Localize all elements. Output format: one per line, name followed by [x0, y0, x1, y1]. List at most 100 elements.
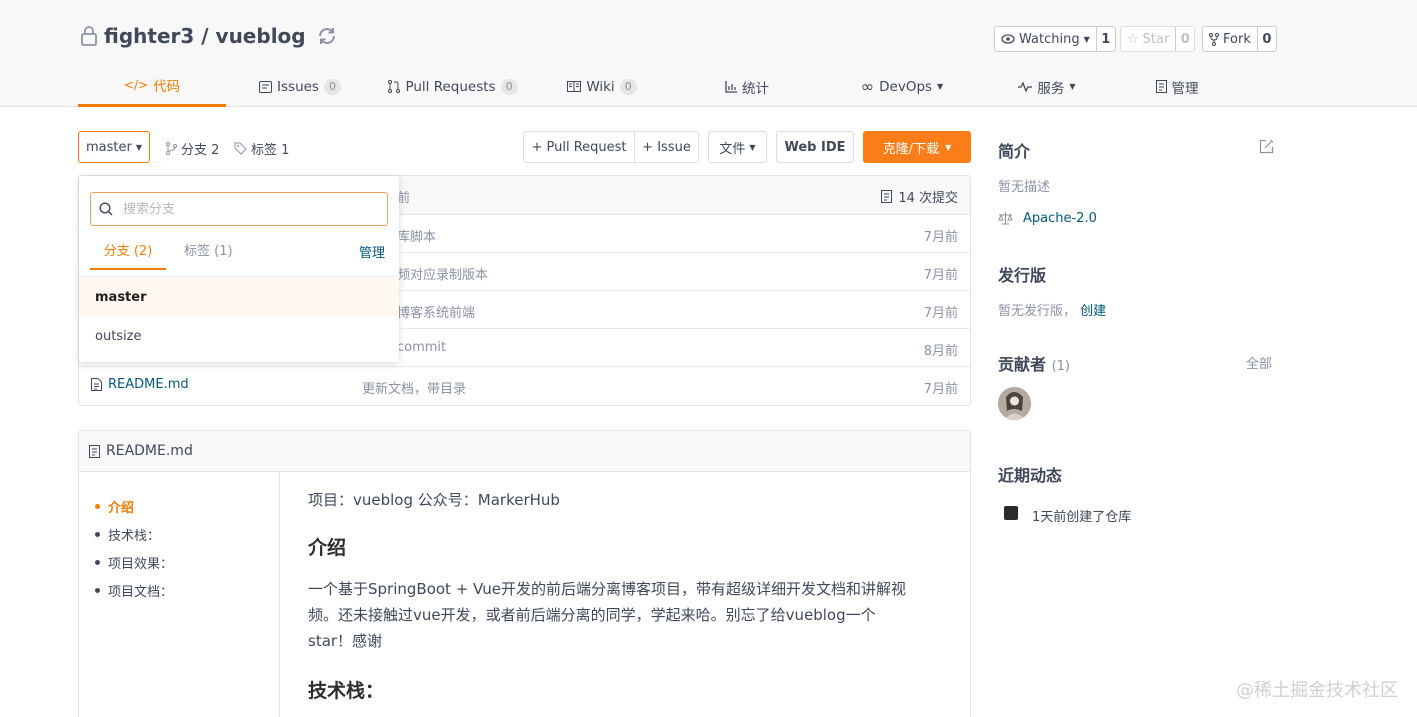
bar-chart-icon — [725, 80, 737, 93]
manage-branches-link[interactable]: 管理 — [359, 242, 385, 261]
toc-item[interactable]: 项目效果： — [79, 548, 279, 576]
file-commit-time: 7月前 — [923, 268, 958, 283]
readme-panel: README.md 介绍 技术栈： 项目效果： 项目文档： 项目：vueblog… — [78, 430, 971, 717]
pull-request-icon — [388, 80, 401, 93]
chevron-down-icon: ▼ — [937, 82, 944, 91]
file-commit-message[interactable]: 频对应录制版本 — [397, 264, 488, 283]
file-icon — [91, 378, 102, 391]
branch-option-master[interactable]: master — [79, 278, 399, 316]
sidebar-intro-title: 简介 — [998, 142, 1031, 161]
branch-select[interactable]: master ▼ — [78, 131, 150, 163]
avatar[interactable] — [998, 387, 1031, 420]
bullet-icon — [95, 587, 100, 593]
star-label: Star — [1142, 31, 1170, 47]
issues-icon — [259, 80, 273, 93]
watch-label: Watching — [1019, 31, 1080, 47]
repo-header: fighter3 / vueblog Watching ▼ 1 ☆ Star 0… — [0, 0, 1417, 107]
tab-devops[interactable]: ∞ DevOps ▼ — [822, 66, 982, 107]
star-count[interactable]: 0 — [1176, 27, 1194, 51]
branch-dropdown: 分支 (2) 标签 (1) 管理 master outsize — [79, 176, 399, 362]
commit-doc-icon — [881, 190, 893, 203]
tab-pull-requests[interactable]: Pull Requests 0 — [374, 66, 532, 107]
tab-services[interactable]: 服务 ▼ — [982, 66, 1112, 107]
tag-icon — [234, 142, 247, 155]
activity-item[interactable]: 1天前创建了仓库 — [1032, 506, 1131, 525]
readme-project-line: 项目：vueblog 公众号：MarkerHub — [308, 491, 560, 509]
bullet-icon — [95, 503, 100, 509]
readme-description-line: star！感谢 — [308, 632, 383, 650]
new-issue-button[interactable]: + Issue — [634, 131, 699, 163]
tab-wiki[interactable]: Wiki 0 — [532, 66, 672, 107]
readme-description-line: 一个基于SpringBoot + Vue开发的前后端分离博客项目，带有超级详细开… — [308, 580, 907, 598]
avatar-image — [998, 387, 1031, 420]
repo-title: fighter3 / vueblog — [80, 24, 338, 48]
readme-heading-stack: 技术栈： — [308, 680, 385, 702]
tab-branches[interactable]: 分支 (2) — [90, 240, 166, 270]
tab-tags[interactable]: 标签 (1) — [184, 240, 233, 270]
readme-description-line: 频。还未接触过vue开发，或者前后端分离的同学，学起来哈。别忘了给vueblog… — [308, 606, 876, 624]
file-commit-message[interactable]: 库脚本 — [397, 226, 436, 245]
tab-issues[interactable]: Issues 0 — [226, 66, 374, 107]
file-commit-time: 7月前 — [923, 382, 958, 397]
toc-item[interactable]: 介绍 — [79, 492, 279, 520]
repo-separator: / — [194, 24, 216, 48]
files-menu-button[interactable]: 文件 ▼ — [708, 131, 767, 163]
clone-download-button[interactable]: 克隆/下载 ▼ — [863, 131, 971, 163]
readme-toc: 介绍 技术栈： 项目效果： 项目文档： — [79, 472, 280, 717]
infinity-icon: ∞ — [860, 77, 875, 96]
web-ide-button[interactable]: Web IDE — [776, 131, 854, 163]
commit-count-link[interactable]: 14 次提交 — [881, 187, 958, 206]
create-release-link[interactable]: 创建 — [1080, 304, 1106, 319]
watch-count[interactable]: 1 — [1097, 27, 1115, 51]
pulse-icon — [1018, 81, 1033, 92]
toc-item[interactable]: 项目文档： — [79, 576, 279, 604]
file-commit-message[interactable]: commit — [397, 340, 446, 355]
contributors-count: (1) — [1051, 359, 1071, 374]
sidebar-release-title: 发行版 — [998, 266, 1047, 285]
branch-option-outsize[interactable]: outsize — [79, 317, 399, 355]
toc-item[interactable]: 技术栈： — [79, 520, 279, 548]
eye-icon — [1001, 34, 1015, 44]
file-commit-time: 7月前 — [923, 230, 958, 245]
tab-code[interactable]: </> 代码 — [78, 66, 226, 107]
tags-link[interactable]: 标签 1 — [234, 139, 289, 158]
settings-doc-icon — [1155, 80, 1167, 93]
branches-link[interactable]: 分支 2 — [166, 139, 219, 158]
fork-button[interactable]: Fork 0 — [1202, 26, 1277, 52]
license-link[interactable]: Apache-2.0 — [1023, 211, 1097, 226]
license-row: Apache-2.0 — [998, 211, 1097, 226]
sync-icon[interactable] — [316, 25, 338, 47]
file-commit-time: 7月前 — [923, 306, 958, 321]
tab-stats[interactable]: 统计 — [672, 66, 822, 107]
file-row[interactable]: README.md 更新文档，带目录 7月前 — [79, 367, 970, 405]
chevron-down-icon: ▼ — [945, 142, 952, 152]
fork-count[interactable]: 0 — [1258, 27, 1276, 51]
file-commit-message[interactable]: 博客系统前端 — [397, 302, 475, 321]
bullet-icon — [95, 559, 100, 565]
file-name-link[interactable]: README.md — [91, 377, 189, 392]
chevron-down-icon: ▼ — [1083, 34, 1090, 44]
file-commit-message[interactable]: 更新文档，带目录 — [362, 378, 466, 397]
fork-label: Fork — [1223, 31, 1251, 47]
branch-search-input[interactable] — [123, 201, 363, 217]
new-pull-request-button[interactable]: + Pull Request — [523, 131, 634, 163]
readme-header: README.md — [79, 431, 970, 472]
star-button[interactable]: ☆ Star 0 — [1120, 26, 1196, 52]
repo-owner[interactable]: fighter3 — [104, 24, 194, 48]
sidebar-contributors-title: 贡献者 (1) — [998, 355, 1071, 374]
repo-activity-icon — [1004, 506, 1018, 520]
repo-name[interactable]: vueblog — [216, 24, 306, 48]
chevron-down-icon: ▼ — [135, 142, 142, 152]
sidebar-intro-text: 暂无描述 — [998, 180, 1051, 195]
branch-search-box[interactable] — [90, 192, 388, 226]
bullet-icon — [95, 531, 100, 537]
watermark: @稀土掘金技术社区 — [1236, 680, 1398, 701]
sidebar-activity-title: 近期动态 — [998, 466, 1063, 485]
edit-icon[interactable] — [1259, 139, 1274, 154]
lock-icon — [81, 26, 97, 46]
all-contributors-link[interactable]: 全部 — [1246, 353, 1272, 372]
branch-icon — [166, 142, 177, 155]
tab-manage[interactable]: 管理 — [1112, 66, 1242, 107]
star-icon: ☆ — [1127, 31, 1139, 47]
watch-button[interactable]: Watching ▼ 1 — [994, 26, 1116, 52]
